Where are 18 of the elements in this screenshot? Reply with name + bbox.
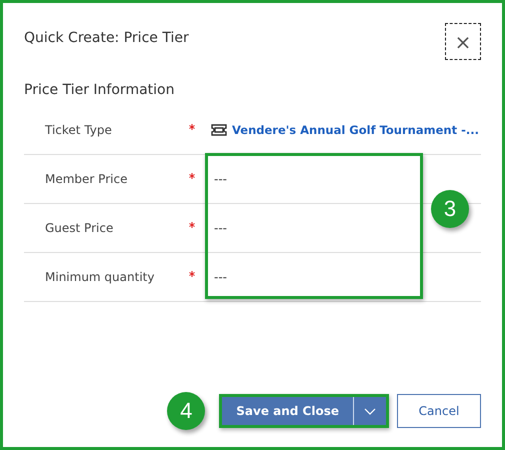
field-label: Ticket Type	[44, 123, 113, 137]
callout-badge: 4	[167, 392, 206, 430]
section-title: Price Tier Information	[24, 82, 176, 98]
close-button[interactable]: ×	[445, 23, 481, 60]
callout-badge: 3	[431, 190, 469, 228]
cancel-button[interactable]: Cancel	[397, 394, 481, 428]
dropdown-button[interactable]	[354, 397, 386, 425]
chevron-icon	[364, 408, 376, 414]
ticket-icon	[211, 124, 227, 136]
dialog-title: Quick Create: Price Tier	[24, 30, 189, 46]
field-label: Member Price	[44, 172, 128, 186]
field-value[interactable]: ---	[211, 172, 227, 186]
field-label: Minimum quantity	[44, 270, 156, 284]
field-value[interactable]: ---	[211, 270, 227, 284]
field-label: Guest Price	[44, 221, 114, 235]
lookup-link[interactable]: Vendere's Annual Golf Tournament -...	[232, 123, 479, 137]
save-button[interactable]: Save and Close	[222, 397, 354, 425]
field-value[interactable]: ---	[211, 221, 227, 235]
